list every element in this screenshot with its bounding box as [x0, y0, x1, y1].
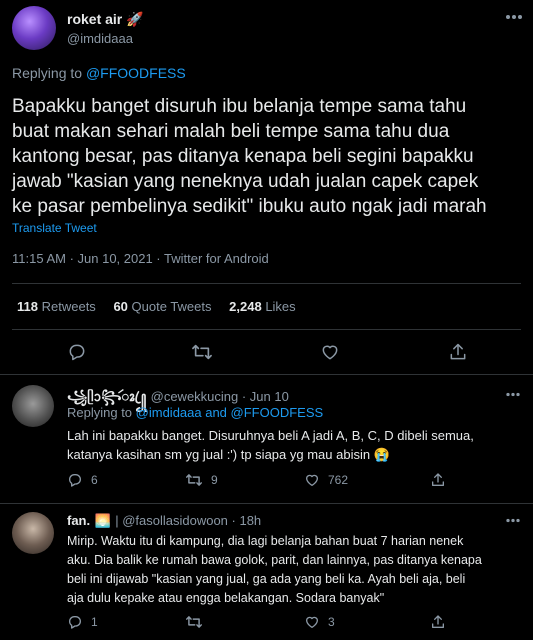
tweet-text-line: Bapakku banget disuruh ibu belanja tempe…: [12, 96, 467, 117]
reply-text-line: katanya kasihan sm yg jual :') tp siapa …: [67, 447, 390, 462]
reply-author-name[interactable]: ꧁ᥫᩣ꧂ꦂꦴ ꦿ꧀: [67, 389, 146, 404]
divider: [12, 329, 521, 330]
reply-text: Mirip. Waktu itu di kampung, dia lagi be…: [67, 532, 527, 608]
like-icon: [304, 472, 320, 488]
rocket-emoji: 🚀: [126, 11, 144, 27]
reply-avatar[interactable]: [12, 512, 54, 554]
reply-count: 1: [91, 615, 98, 629]
retweet-button[interactable]: 9: [185, 472, 218, 488]
retweet-icon: [185, 614, 203, 630]
tweet-timestamp[interactable]: 11:15 AM · Jun 10, 2021 · Twitter for An…: [12, 251, 269, 266]
reply-text-line: Mirip. Waktu itu di kampung, dia lagi be…: [67, 534, 464, 548]
reply-icon: [67, 614, 83, 630]
reply-text-line: Lah ini bapakku banget. Disuruhnya beli …: [67, 428, 474, 443]
more-icon[interactable]: [505, 518, 521, 523]
author-name-text[interactable]: roket air: [67, 11, 122, 27]
retweet-count: 9: [211, 473, 218, 487]
replying-to: Replying to @FFOODFESS: [12, 65, 186, 81]
retweets-label: Retweets: [41, 299, 96, 314]
more-icon[interactable]: [505, 392, 521, 397]
more-icon[interactable]: [505, 14, 523, 20]
replying-prefix: Replying to: [67, 405, 136, 420]
tweet-text-line: buat makan sehari malah beli tempe sama …: [12, 121, 450, 142]
reply-text-line: beli ini dijawab "kasian yang jual, ga a…: [67, 572, 466, 586]
reply-icon: [67, 472, 83, 488]
tweet-text-line: ke pasar pembelinya sedikit" ibuku auto …: [12, 196, 487, 217]
reply-avatar[interactable]: [12, 385, 54, 427]
retweet-icon[interactable]: [191, 342, 213, 362]
author-avatar[interactable]: [12, 6, 56, 50]
share-icon[interactable]: [430, 614, 446, 630]
author-name[interactable]: roket air 🚀: [67, 11, 144, 28]
translate-tweet-link[interactable]: Translate Tweet: [12, 221, 97, 235]
likes-stat[interactable]: 2,248 Likes: [229, 299, 296, 314]
retweets-stat[interactable]: 118 Retweets: [17, 299, 96, 314]
reply-author-handle[interactable]: @cewekkucing · Jun 10: [151, 389, 289, 404]
replying-to-link[interactable]: @FFOODFESS: [86, 65, 186, 81]
reply-icon[interactable]: [67, 342, 87, 362]
divider: [12, 283, 521, 284]
like-button[interactable]: 762: [304, 472, 348, 488]
retweet-button[interactable]: [185, 614, 211, 630]
replying-prefix: Replying to: [12, 65, 86, 81]
tweet-text: Bapakku banget disuruh ibu belanja tempe…: [12, 94, 527, 219]
replying-to-link[interactable]: @imdidaaa and @FFOODFESS: [136, 405, 324, 420]
reply-header: fan. 🌅 | @fasollasidowoon · 18h: [67, 512, 261, 530]
quotes-count: 60: [113, 299, 128, 314]
likes-label: Likes: [265, 299, 296, 314]
like-icon[interactable]: [320, 342, 340, 362]
share-icon[interactable]: [430, 472, 446, 488]
divider: [0, 503, 533, 504]
reply-button[interactable]: 6: [67, 472, 98, 488]
like-count: 3: [328, 615, 335, 629]
like-icon: [304, 614, 320, 630]
reply-replying-to: Replying to @imdidaaa and @FFOODFESS: [67, 405, 323, 420]
like-button[interactable]: 3: [304, 614, 335, 630]
reply-text-line: aja dulu kepake atau engga belakangan. S…: [67, 591, 385, 605]
retweets-count: 118: [17, 299, 38, 314]
reply-text: Lah ini bapakku banget. Disuruhnya beli …: [67, 426, 527, 464]
reply-text-line: aku. Dia balik ke rumah bawa golok, pari…: [67, 553, 482, 567]
reply-author-handle[interactable]: | @fasollasidowoon · 18h: [115, 513, 261, 528]
likes-count: 2,248: [229, 299, 262, 314]
share-icon[interactable]: [448, 342, 468, 362]
reply-button[interactable]: 1: [67, 614, 98, 630]
reply-count: 6: [91, 473, 98, 487]
author-handle[interactable]: @imdidaaa: [67, 31, 133, 46]
tweet-stats: 118 Retweets 60 Quote Tweets 2,248 Likes: [17, 299, 296, 314]
retweet-icon: [185, 472, 203, 488]
divider: [0, 374, 533, 375]
tweet-text-line: jawab "kasian yang neneknya udah jualan …: [12, 171, 479, 192]
quotes-stat[interactable]: 60 Quote Tweets: [113, 299, 211, 314]
tweet-text-line: kantong besar, pas ditanya kenapa beli s…: [12, 146, 474, 167]
quotes-label: Quote Tweets: [131, 299, 212, 314]
reply-author-name[interactable]: fan.: [67, 513, 90, 528]
sunrise-emoji: 🌅: [94, 513, 111, 528]
like-count: 762: [328, 473, 349, 487]
